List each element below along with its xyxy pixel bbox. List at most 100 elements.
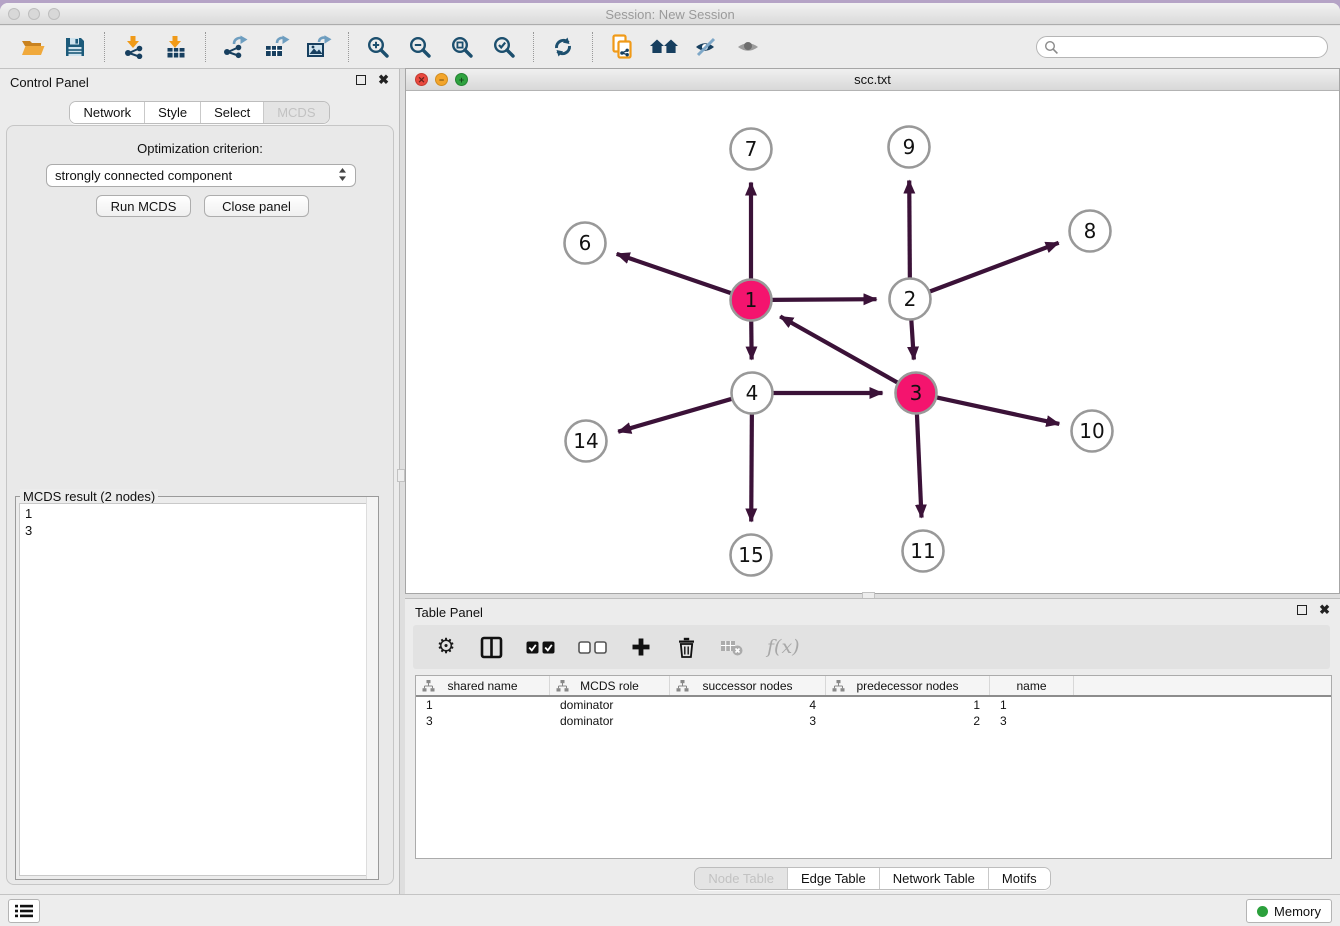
search-input[interactable] <box>1036 36 1328 58</box>
tab-motifs[interactable]: Motifs <box>988 868 1050 889</box>
settings-gear-icon[interactable]: ⚙ <box>435 635 457 659</box>
table-row[interactable]: 1dominator411 <box>416 697 1331 713</box>
open-session-icon[interactable] <box>16 31 50 63</box>
table-row[interactable]: 3dominator323 <box>416 713 1331 729</box>
zoom-out-icon[interactable] <box>403 31 437 63</box>
delete-table-icon[interactable] <box>720 635 744 659</box>
export-image-icon[interactable] <box>302 31 336 63</box>
graph-node-4[interactable]: 4 <box>732 373 773 414</box>
import-table-icon[interactable] <box>159 31 193 63</box>
edge-1-to-6[interactable] <box>617 254 732 293</box>
table-toolbar: ⚙ f(x) <box>413 625 1330 669</box>
network-canvas[interactable]: 7 9 6 8 1 2 4 3 14 10 15 11 <box>406 91 1339 593</box>
tab-style[interactable]: Style <box>144 102 200 123</box>
edge-3-to-10[interactable] <box>936 397 1059 424</box>
edge-2-to-9[interactable] <box>909 180 910 278</box>
column-tree-icon <box>422 680 435 695</box>
table-cell[interactable]: 1 <box>416 697 550 713</box>
column-header-label: name <box>990 679 1073 693</box>
delete-column-icon[interactable] <box>675 635 697 659</box>
close-panel-icon[interactable]: ✖ <box>378 74 389 86</box>
table-cell[interactable]: 3 <box>670 713 826 729</box>
tab-mcds[interactable]: MCDS <box>263 102 328 123</box>
hide-selected-icon[interactable] <box>689 31 723 63</box>
column-tree-icon <box>676 680 689 695</box>
memory-button[interactable]: Memory <box>1246 899 1332 923</box>
tab-network[interactable]: Network <box>70 102 144 123</box>
function-builder-icon[interactable]: f(x) <box>767 635 800 659</box>
split-view-icon[interactable] <box>480 635 503 659</box>
main-toolbar <box>0 26 1340 69</box>
close-table-panel-icon[interactable]: ✖ <box>1319 604 1330 616</box>
edge-4-to-14[interactable] <box>618 399 732 432</box>
graph-node-15[interactable]: 15 <box>731 535 772 576</box>
memory-status-dot <box>1257 906 1268 917</box>
refresh-layout-icon[interactable] <box>546 31 580 63</box>
zoom-in-icon[interactable] <box>361 31 395 63</box>
tab-select[interactable]: Select <box>200 102 263 123</box>
close-panel-button[interactable]: Close panel <box>204 195 309 217</box>
network-view-window: ✕ − + scc.txt 7 9 6 8 1 2 4 3 14 10 15 11 <box>405 68 1340 594</box>
column-header-mcds-role[interactable]: MCDS role <box>550 676 670 695</box>
network-window-title: scc.txt <box>406 72 1339 87</box>
run-mcds-button[interactable]: Run MCDS <box>96 195 191 217</box>
graph-node-10[interactable]: 10 <box>1072 411 1113 452</box>
home-layout-icon[interactable] <box>647 31 681 63</box>
zoom-fit-icon[interactable] <box>445 31 479 63</box>
deselect-all-checkboxes-icon[interactable] <box>578 635 607 659</box>
export-network-icon[interactable] <box>218 31 252 63</box>
table-cell[interactable]: 2 <box>826 713 990 729</box>
graph-node-8[interactable]: 8 <box>1070 211 1111 252</box>
table-cell[interactable]: dominator <box>550 697 670 713</box>
graph-node-6[interactable]: 6 <box>565 223 606 264</box>
save-session-icon[interactable] <box>58 31 92 63</box>
column-tree-icon <box>832 680 845 695</box>
vertical-splitter-handle[interactable] <box>397 469 405 482</box>
table-cell[interactable]: 1 <box>826 697 990 713</box>
column-header-predecessor-nodes[interactable]: predecessor nodes <box>826 676 990 695</box>
graph-node-7[interactable]: 7 <box>731 129 772 170</box>
add-column-icon[interactable] <box>630 635 652 659</box>
edge-1-to-2[interactable] <box>771 299 876 300</box>
float-table-panel-icon[interactable] <box>1297 605 1307 615</box>
table-cell[interactable]: 4 <box>670 697 826 713</box>
table-cell[interactable]: 1 <box>990 697 1074 713</box>
tab-network-table[interactable]: Network Table <box>879 868 988 889</box>
toolbar-separator <box>104 32 105 62</box>
svg-text:11: 11 <box>910 539 935 563</box>
table-cell[interactable]: dominator <box>550 713 670 729</box>
network-window-titlebar: ✕ − + scc.txt <box>406 69 1339 91</box>
show-all-icon[interactable] <box>731 31 765 63</box>
task-history-button[interactable] <box>8 899 40 923</box>
result-scrollbar[interactable] <box>366 497 378 879</box>
edge-2-to-3[interactable] <box>911 319 914 359</box>
graph-node-3[interactable]: 3 <box>896 373 937 414</box>
node-table[interactable]: shared nameMCDS rolesuccessor nodesprede… <box>415 675 1332 859</box>
tab-edge-table[interactable]: Edge Table <box>787 868 879 889</box>
column-header-label: successor nodes <box>670 679 825 693</box>
float-panel-icon[interactable] <box>356 75 366 85</box>
column-header-successor-nodes[interactable]: successor nodes <box>670 676 826 695</box>
graph-node-1[interactable]: 1 <box>731 280 772 321</box>
zoom-selected-icon[interactable] <box>487 31 521 63</box>
table-cell[interactable]: 3 <box>990 713 1074 729</box>
graph-node-14[interactable]: 14 <box>566 421 607 462</box>
optimization-criterion-select[interactable]: strongly connected component <box>46 164 356 187</box>
edge-3-to-11[interactable] <box>917 413 922 517</box>
graph-node-11[interactable]: 11 <box>903 531 944 572</box>
new-network-from-selection-icon[interactable] <box>605 31 639 63</box>
graph-node-9[interactable]: 9 <box>889 127 930 168</box>
column-header-shared-name[interactable]: shared name <box>416 676 550 695</box>
select-all-checkboxes-icon[interactable] <box>526 635 555 659</box>
tab-node-table[interactable]: Node Table <box>695 868 787 889</box>
svg-text:9: 9 <box>903 135 916 159</box>
svg-text:14: 14 <box>573 429 598 453</box>
column-header-name[interactable]: name <box>990 676 1074 695</box>
edge-3-to-1[interactable] <box>780 316 898 382</box>
edge-4-to-15[interactable] <box>751 413 752 521</box>
graph-node-2[interactable]: 2 <box>890 279 931 320</box>
table-cell[interactable]: 3 <box>416 713 550 729</box>
export-table-icon[interactable] <box>260 31 294 63</box>
edge-2-to-8[interactable] <box>929 243 1058 292</box>
import-network-icon[interactable] <box>117 31 151 63</box>
